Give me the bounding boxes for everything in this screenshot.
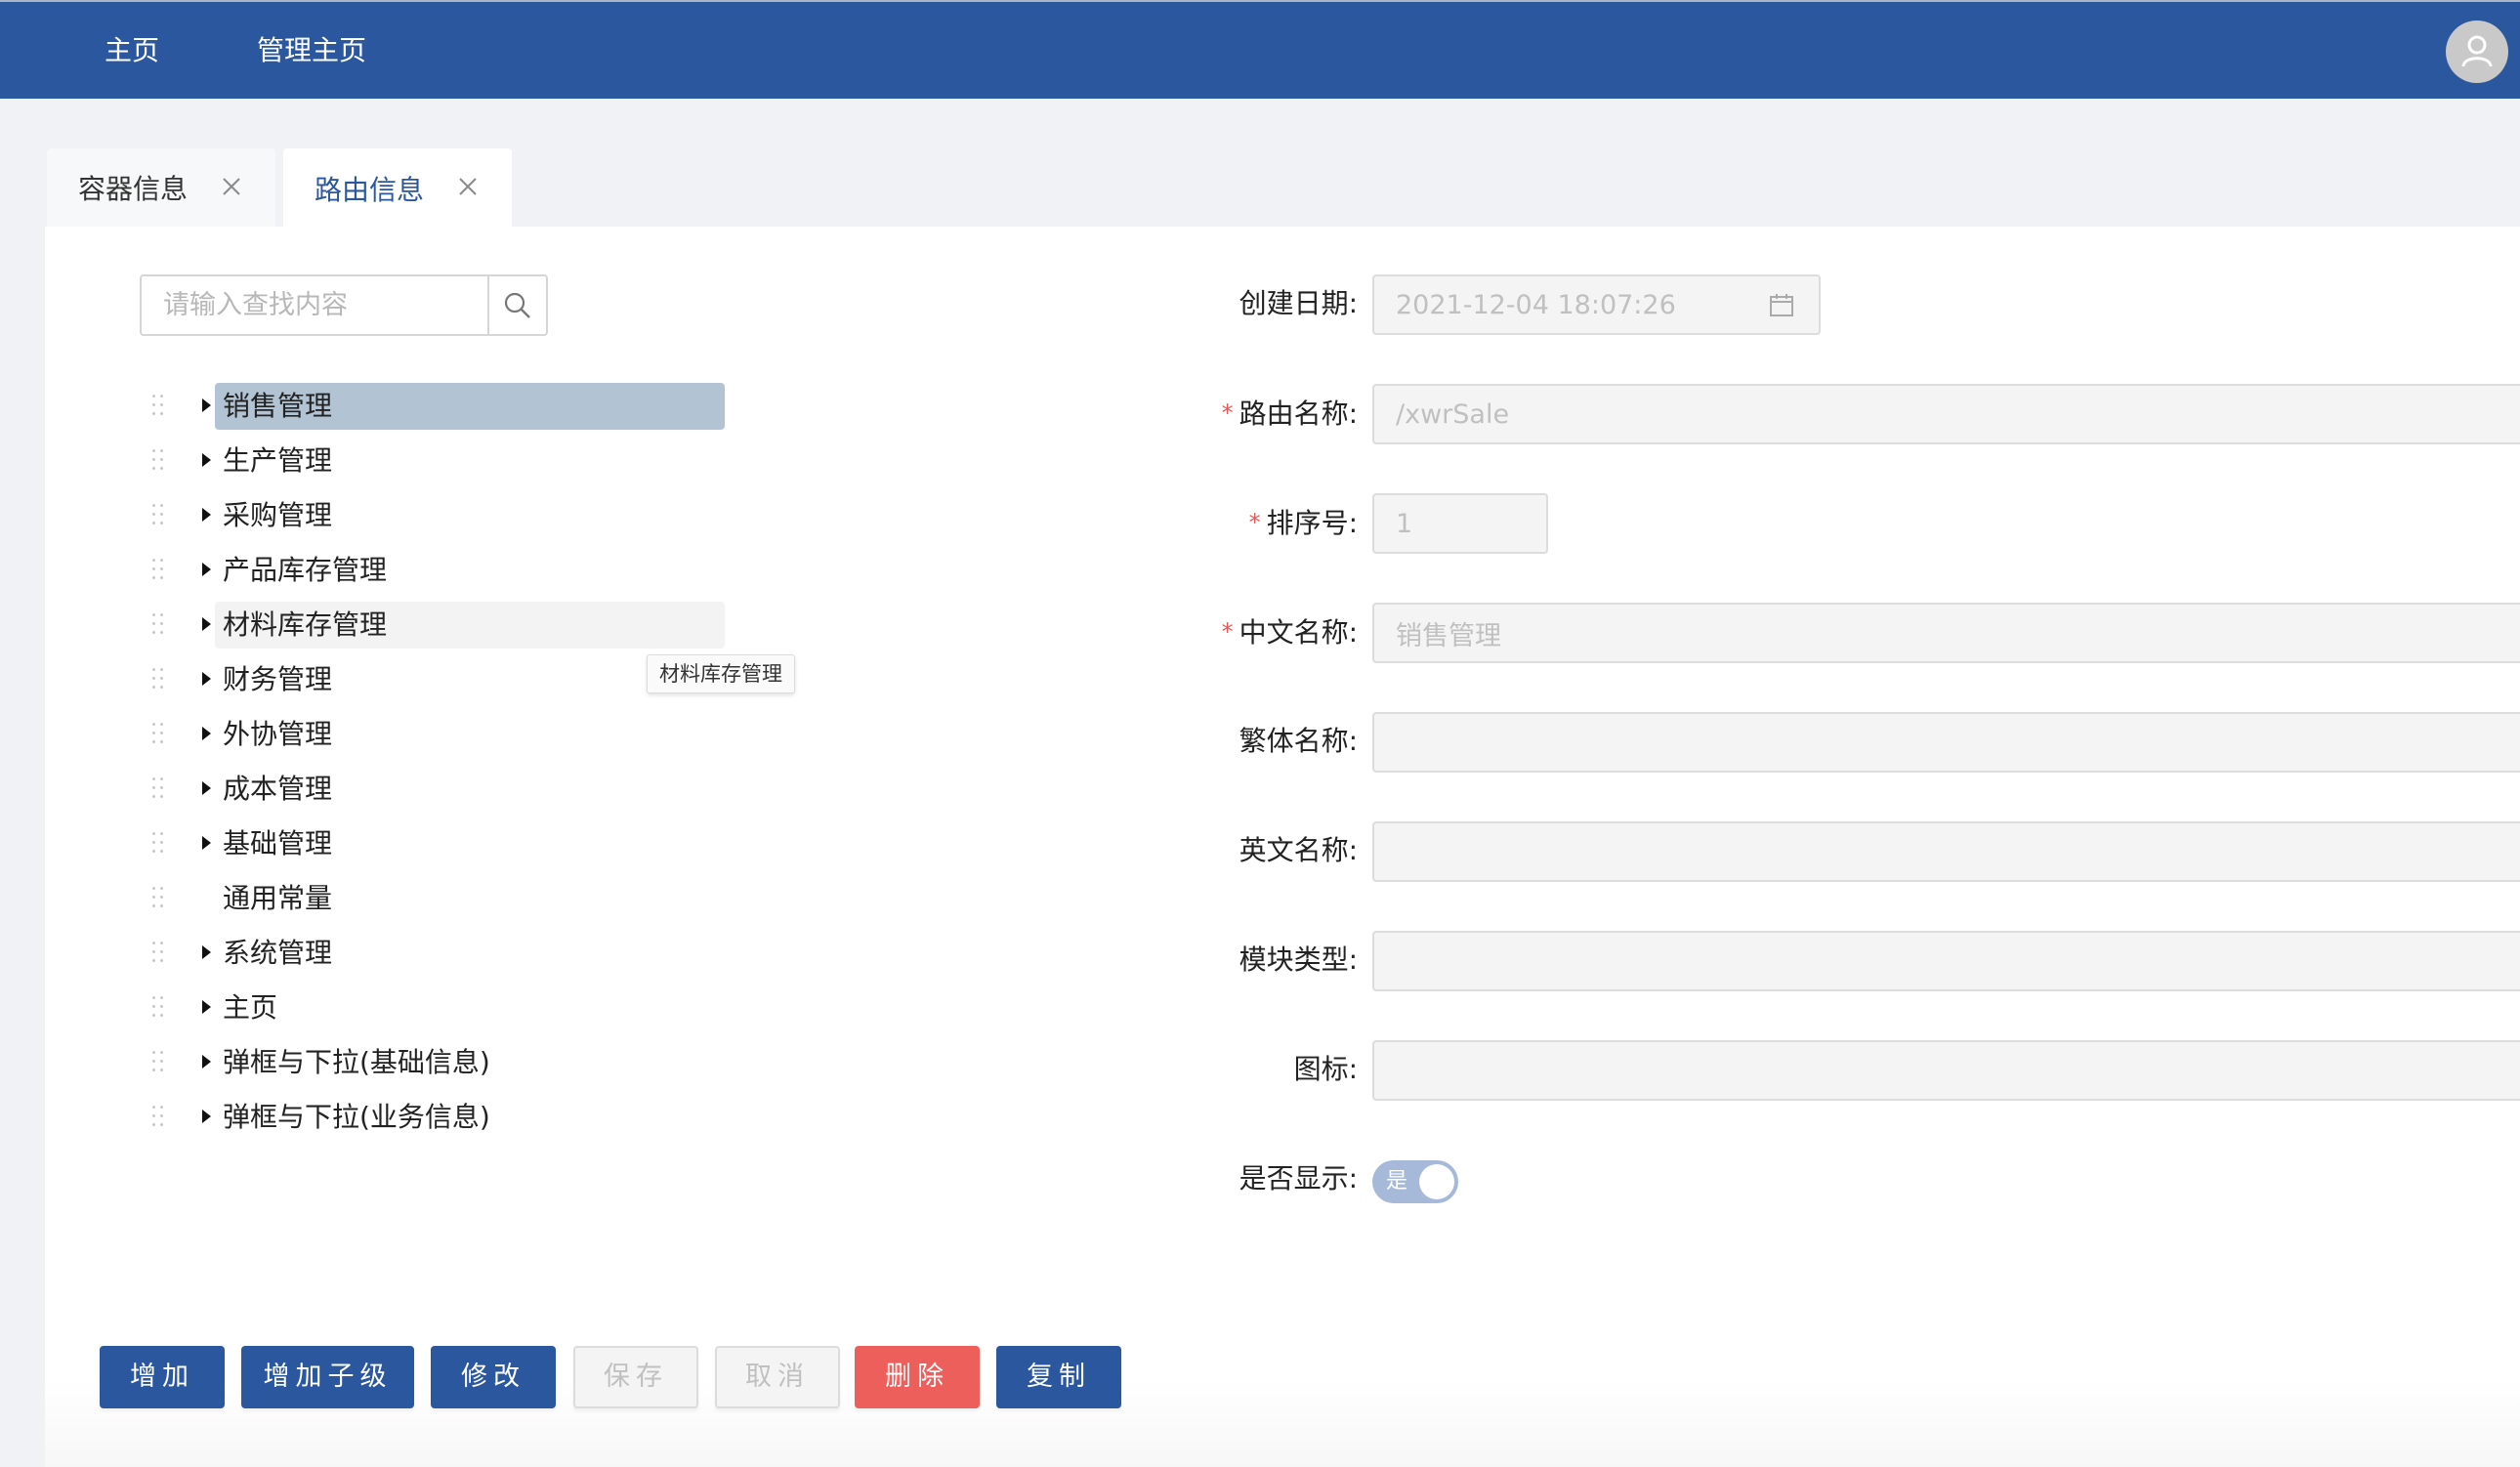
tab-route-info[interactable]: 路由信息 (283, 148, 512, 229)
add-child-button[interactable]: 增加子级 (241, 1346, 414, 1408)
tree-node-label[interactable]: 材料库存管理 (215, 602, 725, 649)
caret-right-icon[interactable] (202, 672, 211, 686)
caret-right-icon[interactable] (202, 617, 211, 631)
tree-node-label[interactable]: 采购管理 (215, 492, 725, 539)
toggle-knob (1419, 1164, 1454, 1199)
tree-node-label[interactable]: 成本管理 (215, 766, 725, 813)
created-date-input[interactable] (1372, 274, 1821, 335)
tree-search (140, 274, 548, 336)
english-name-input[interactable] (1372, 821, 2520, 882)
caret-right-icon[interactable] (202, 781, 211, 795)
caret-right-icon[interactable] (202, 508, 211, 522)
icon-label: 图标: (1293, 1053, 1358, 1085)
created-date-label: 创建日期: (1239, 287, 1358, 319)
caret-right-icon[interactable] (202, 1000, 211, 1014)
drag-handle-icon[interactable] (152, 668, 170, 692)
tab-label: 容器信息 (78, 173, 189, 205)
tree-node-label[interactable]: 外协管理 (215, 711, 725, 758)
tree-node-row[interactable]: 采购管理 (147, 492, 733, 539)
delete-button[interactable]: 删除 (855, 1346, 980, 1408)
nav-home[interactable]: 主页 (105, 31, 159, 70)
tree-node-row[interactable]: 系统管理 (147, 930, 733, 977)
drag-handle-icon[interactable] (152, 1051, 170, 1074)
add-button[interactable]: 增加 (100, 1346, 225, 1408)
tree-node-row[interactable]: 弹框与下拉(业务信息) (147, 1094, 733, 1141)
tree-node-row[interactable]: 通用常量 (147, 875, 733, 922)
save-button[interactable]: 保存 (573, 1346, 698, 1408)
tab-container-info[interactable]: 容器信息 (47, 148, 275, 227)
tree-node-label[interactable]: 系统管理 (215, 930, 725, 977)
cancel-button[interactable]: 取消 (715, 1346, 840, 1408)
visible-toggle[interactable]: 是 (1372, 1160, 1458, 1203)
search-button[interactable] (487, 276, 546, 334)
tree-node-row[interactable]: 主页 (147, 985, 733, 1031)
drag-handle-icon[interactable] (152, 777, 170, 801)
tree-node-row[interactable]: 材料库存管理 (147, 602, 733, 649)
tree-node-row[interactable]: 外协管理 (147, 711, 733, 758)
tree-node-label[interactable]: 基础管理 (215, 820, 725, 867)
drag-handle-icon[interactable] (152, 395, 170, 418)
tree-node-row[interactable]: 生产管理 (147, 438, 733, 484)
drag-handle-icon[interactable] (152, 613, 170, 637)
tree-node-row[interactable]: 基础管理 (147, 820, 733, 867)
drag-handle-icon[interactable] (152, 996, 170, 1020)
module-type-label: 模块类型: (1239, 943, 1358, 976)
tree-node-label[interactable]: 产品库存管理 (215, 547, 725, 594)
sort-no-input[interactable] (1372, 493, 1548, 554)
tree-node-row[interactable]: 成本管理 (147, 766, 733, 813)
user-icon (2461, 35, 2493, 67)
search-icon (504, 292, 530, 318)
tree-node-row[interactable]: 产品库存管理 (147, 547, 733, 594)
caret-right-icon[interactable] (202, 1055, 211, 1069)
drag-handle-icon[interactable] (152, 942, 170, 965)
caret-right-icon[interactable] (202, 945, 211, 959)
route-name-input[interactable] (1372, 384, 2520, 444)
copy-button[interactable]: 复制 (996, 1346, 1121, 1408)
caret-right-icon[interactable] (202, 836, 211, 850)
calendar-icon[interactable] (1768, 291, 1795, 318)
caret-right-icon[interactable] (202, 1110, 211, 1123)
tree-node-label[interactable]: 生产管理 (215, 438, 725, 484)
drag-handle-icon[interactable] (152, 1106, 170, 1129)
tree-node-row[interactable]: 财务管理 (147, 656, 733, 703)
drag-handle-icon[interactable] (152, 832, 170, 856)
tab-label: 路由信息 (315, 174, 425, 206)
traditional-name-input[interactable] (1372, 712, 2520, 773)
drag-handle-icon[interactable] (152, 559, 170, 582)
caret-right-icon[interactable] (202, 453, 211, 467)
close-icon[interactable] (455, 174, 481, 199)
icon-input[interactable] (1372, 1040, 2520, 1101)
search-input[interactable] (142, 276, 487, 334)
tree-node-label[interactable]: 通用常量 (215, 875, 725, 922)
tree-node-label[interactable]: 主页 (215, 985, 725, 1031)
nav-admin-home[interactable]: 管理主页 (257, 31, 366, 70)
drag-handle-icon[interactable] (152, 723, 170, 746)
tooltip: 材料库存管理 (647, 654, 795, 693)
drag-handle-icon[interactable] (152, 504, 170, 527)
avatar[interactable] (2446, 21, 2508, 83)
chinese-name-label: * 中文名称: (1221, 616, 1358, 649)
sort-no-label: * 排序号: (1248, 507, 1358, 539)
toggle-on-text: 是 (1386, 1169, 1408, 1194)
edit-button[interactable]: 修改 (431, 1346, 556, 1408)
tree-node-label[interactable]: 弹框与下拉(基础信息) (215, 1039, 725, 1086)
drag-handle-icon[interactable] (152, 887, 170, 910)
tree-node-label[interactable]: 销售管理 (215, 383, 725, 430)
caret-right-icon[interactable] (202, 398, 211, 412)
caret-right-icon[interactable] (202, 563, 211, 576)
drag-handle-icon[interactable] (152, 449, 170, 473)
chinese-name-input[interactable] (1372, 603, 2520, 663)
tree-node-row[interactable]: 弹框与下拉(基础信息) (147, 1039, 733, 1086)
route-name-label: * 路由名称: (1221, 398, 1358, 430)
tree-node-label[interactable]: 弹框与下拉(业务信息) (215, 1094, 725, 1141)
tree-node-row[interactable]: 销售管理 (147, 383, 733, 430)
english-name-label: 英文名称: (1239, 834, 1358, 866)
caret-right-icon[interactable] (202, 727, 211, 740)
module-type-input[interactable] (1372, 931, 2520, 991)
top-header: 主页 管理主页 (0, 0, 2520, 99)
visible-label: 是否显示: (1239, 1162, 1358, 1195)
close-icon[interactable] (219, 174, 244, 199)
traditional-name-label: 繁体名称: (1239, 725, 1358, 757)
